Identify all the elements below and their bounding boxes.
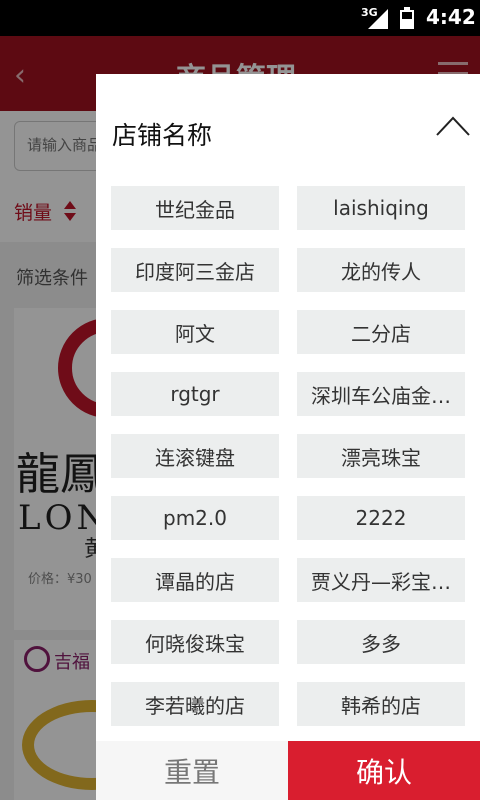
shop-chip-label: laishiqing	[333, 196, 429, 220]
shop-chip-label: rgtgr	[170, 382, 220, 406]
shop-chip[interactable]: 李若曦的店	[111, 682, 279, 726]
shop-chip-label: 世纪金品	[155, 197, 235, 222]
battery-icon	[400, 7, 414, 29]
shop-chip[interactable]: 世纪金品	[111, 186, 279, 230]
shop-chip-label: 深圳车公庙金…	[311, 383, 451, 408]
shop-chip[interactable]: 二分店	[297, 310, 465, 354]
shop-chip-label: 多多	[361, 631, 401, 656]
shop-chip[interactable]: rgtgr	[111, 372, 279, 416]
shop-chip-label: 印度阿三金店	[135, 259, 255, 284]
shop-chip[interactable]: 何晓俊珠宝	[111, 620, 279, 664]
shop-chip[interactable]: pm2.0	[111, 496, 279, 540]
shop-chip[interactable]: 漂亮珠宝	[297, 434, 465, 478]
shop-chip[interactable]: 深圳车公庙金…	[297, 372, 465, 416]
reset-button[interactable]: 重置	[96, 741, 288, 800]
shop-chip[interactable]: 多多	[297, 620, 465, 664]
shop-chip-label: 贾义丹—彩宝…	[311, 569, 451, 594]
drawer-title: 店铺名称	[112, 121, 213, 150]
shop-chip-label: 韩希的店	[341, 693, 421, 718]
shop-chip-label: 连滚键盘	[155, 445, 235, 470]
clock: 4:42	[426, 5, 476, 29]
shop-chip[interactable]: 龙的传人	[297, 248, 465, 292]
shop-chip[interactable]: 谭晶的店	[111, 558, 279, 602]
confirm-button[interactable]: 确认	[288, 741, 480, 800]
status-bar: 3G 4:42	[0, 0, 480, 36]
shop-filter-drawer: 店铺名称 世纪金品 laishiqing 印度阿三金店 龙的传人阿文 二分店 rgtgr 深…	[96, 74, 480, 800]
shop-chip-label: 李若曦的店	[145, 693, 245, 718]
chevron-up-icon[interactable]	[436, 116, 470, 136]
shop-chip-label: 漂亮珠宝	[341, 445, 421, 470]
shop-chip-label: 2222	[355, 506, 407, 530]
shop-chip-label: 二分店	[351, 321, 411, 346]
shop-chip[interactable]: 贾义丹—彩宝…	[297, 558, 465, 602]
shop-chip-label: 龙的传人	[341, 259, 421, 284]
shop-chip-label: 阿文	[175, 321, 215, 346]
shop-chip[interactable]: 阿文	[111, 310, 279, 354]
signal-icon	[368, 9, 388, 29]
shop-chip[interactable]: 2222	[297, 496, 465, 540]
shop-chip-label: 何晓俊珠宝	[145, 631, 245, 656]
shop-chip[interactable]: 印度阿三金店	[111, 248, 279, 292]
shop-chip[interactable]: 韩希的店	[297, 682, 465, 726]
shop-chip-label: pm2.0	[163, 506, 227, 530]
shop-chip[interactable]: 连滚键盘	[111, 434, 279, 478]
shop-chip[interactable]: laishiqing	[297, 186, 465, 230]
shop-chip-label: 谭晶的店	[155, 569, 235, 594]
